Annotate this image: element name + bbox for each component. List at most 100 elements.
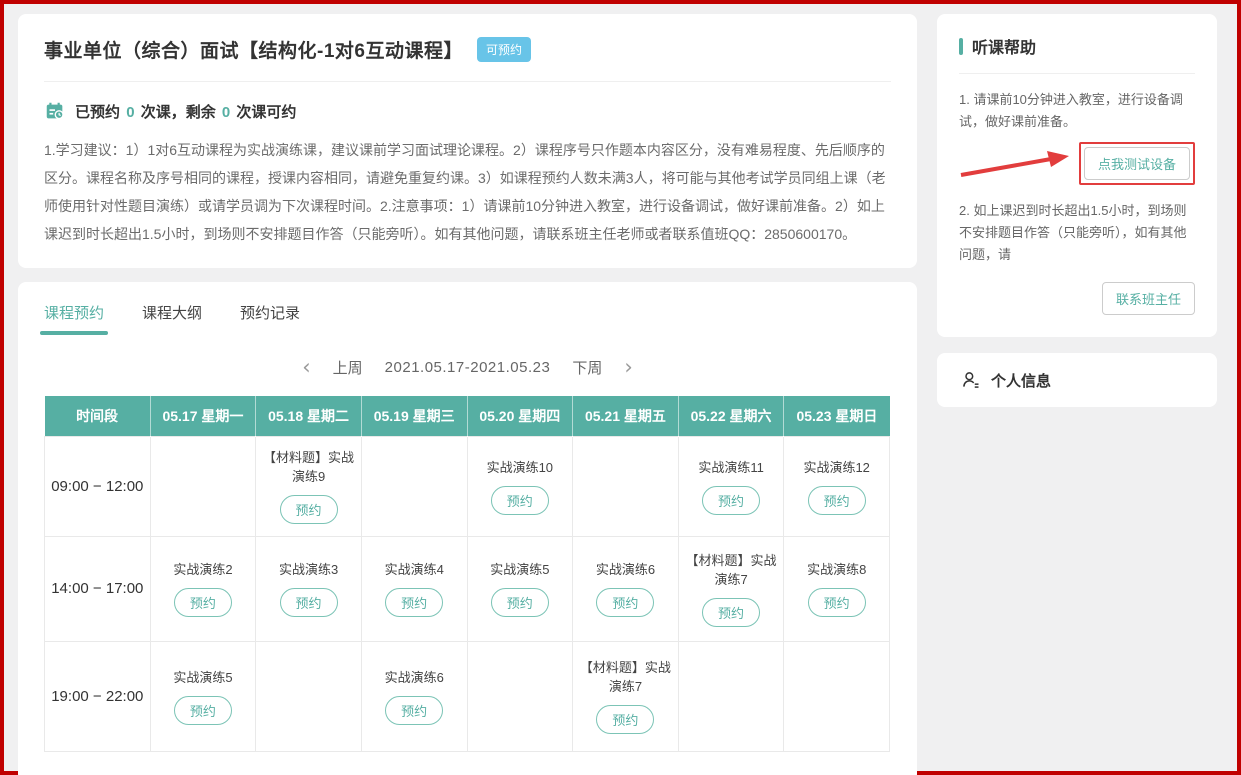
reserve-button[interactable]: 预约 [808, 588, 866, 617]
test-device-button[interactable]: 点我测试设备 [1084, 147, 1190, 180]
column-header: 时间段 [45, 396, 151, 436]
schedule-cell: 实战演练2 预约 [150, 536, 256, 641]
page-content: 事业单位（综合）面试【结构化-1对6互动课程】 可预约 [8, 8, 1233, 767]
schedule-cell: 实战演练8 预约 [784, 536, 890, 641]
schedule-cell [678, 641, 784, 751]
schedule-cell [467, 641, 573, 751]
red-highlight-box: 点我测试设备 [1079, 142, 1195, 185]
schedule-cell: 实战演练4 预约 [361, 536, 467, 641]
main-column: 事业单位（综合）面试【结构化-1对6互动课程】 可预约 [18, 14, 917, 761]
booked-count: 0 [124, 104, 136, 121]
chevron-left-icon[interactable]: ‹ [302, 357, 310, 378]
tab-course-booking[interactable]: 课程预约 [44, 302, 104, 335]
course-name: 【材料题】实战演练7 [577, 658, 674, 696]
schedule-table: 时间段05.17 星期一05.18 星期二05.19 星期三05.20 星期四0… [44, 396, 890, 752]
sidebar: 听课帮助 1. 请课前10分钟进入教室，进行设备调试，做好课前准备。 点我测试设… [937, 14, 1217, 761]
booking-stats: 已预约 0 次课，剩余 0 次课可约 [44, 100, 891, 122]
reserve-button[interactable]: 预约 [280, 495, 338, 524]
schedule-cell [361, 436, 467, 536]
column-header: 05.22 星期六 [678, 396, 784, 436]
schedule-cell: 【材料题】实战演练9 预约 [256, 436, 362, 536]
user-info-icon [961, 370, 981, 390]
contact-row: 联系班主任 [959, 282, 1195, 315]
course-description: 1.学习建议：1）1对6互动课程为实战演练课，建议课前学习面试理论课程。2）课程… [44, 136, 891, 248]
time-slot: 14:00 − 17:00 [45, 536, 151, 641]
reserve-button[interactable]: 预约 [596, 588, 654, 617]
schedule-cell: 实战演练3 预约 [256, 536, 362, 641]
course-name: 实战演练4 [366, 560, 463, 579]
column-header: 05.20 星期四 [467, 396, 573, 436]
schedule-cell [784, 641, 890, 751]
reserve-button[interactable]: 预约 [596, 705, 654, 734]
bookable-badge: 可预约 [477, 37, 531, 62]
tab-course-outline[interactable]: 课程大纲 [142, 302, 202, 335]
reserve-button[interactable]: 预约 [174, 696, 232, 725]
reserve-button[interactable]: 预约 [174, 588, 232, 617]
schedule-cell: 实战演练10 预约 [467, 436, 573, 536]
time-slot: 09:00 − 12:00 [45, 436, 151, 536]
course-name: 实战演练6 [366, 668, 463, 687]
week-navigator: ‹ 上周 2021.05.17-2021.05.23 下周 › [44, 357, 891, 378]
schedule-cell [150, 436, 256, 536]
personal-info-title: 个人信息 [991, 370, 1051, 391]
schedule-cell: 实战演练12 预约 [784, 436, 890, 536]
course-title-row: 事业单位（综合）面试【结构化-1对6互动课程】 可预约 [44, 36, 891, 82]
personal-info-card[interactable]: 个人信息 [937, 353, 1217, 407]
schedule-row: 19:00 − 22:00实战演练5 预约 实战演练6 预约 【材料题】实战演练7 预约 [45, 641, 890, 751]
course-name: 【材料题】实战演练9 [260, 448, 357, 486]
schedule-cell [573, 436, 679, 536]
help-card-title: 听课帮助 [972, 34, 1036, 58]
course-name: 实战演练3 [260, 560, 357, 579]
listening-help-card: 听课帮助 1. 请课前10分钟进入教室，进行设备调试，做好课前准备。 点我测试设… [937, 14, 1217, 337]
reserve-button[interactable]: 预约 [808, 486, 866, 515]
time-slot: 19:00 − 22:00 [45, 641, 151, 751]
week-range: 2021.05.17-2021.05.23 [385, 359, 551, 376]
column-header: 05.19 星期三 [361, 396, 467, 436]
schedule-cell: 【材料题】实战演练7 预约 [678, 536, 784, 641]
tab-booking-records[interactable]: 预约记录 [240, 302, 300, 335]
help-title-row: 听课帮助 [959, 34, 1195, 74]
course-name: 实战演练11 [683, 458, 780, 477]
schedule-cell: 【材料题】实战演练7 预约 [573, 641, 679, 751]
reserve-button[interactable]: 预约 [702, 486, 760, 515]
column-header: 05.21 星期五 [573, 396, 679, 436]
help-item-2: 2. 如上课迟到时长超出1.5小时，到场则不安排题目作答（只能旁听），如有其他问… [959, 200, 1195, 266]
reserve-button[interactable]: 预约 [385, 696, 443, 725]
reserve-button[interactable]: 预约 [702, 598, 760, 627]
reserve-button[interactable]: 预约 [280, 588, 338, 617]
title-accent-bar [959, 38, 963, 55]
schedule-card: 课程预约 课程大纲 预约记录 ‹ 上周 2021.05.17-2021.05.2… [18, 282, 917, 775]
test-device-row: 点我测试设备 [959, 142, 1195, 185]
next-week-button[interactable]: 下周 [572, 357, 602, 378]
reserve-button[interactable]: 预约 [491, 486, 549, 515]
course-name: 实战演练5 [155, 668, 252, 687]
column-header: 05.23 星期日 [784, 396, 890, 436]
schedule-header-row: 时间段05.17 星期一05.18 星期二05.19 星期三05.20 星期四0… [45, 396, 890, 436]
course-info-card: 事业单位（综合）面试【结构化-1对6互动课程】 可预约 [18, 14, 917, 268]
course-name: 实战演练6 [577, 560, 674, 579]
course-title: 事业单位（综合）面试【结构化-1对6互动课程】 [44, 36, 463, 63]
prev-week-button[interactable]: 上周 [333, 357, 363, 378]
stats-text: 已预约 0 次课，剩余 0 次课可约 [75, 101, 296, 122]
course-name: 实战演练12 [788, 458, 885, 477]
course-name: 实战演练8 [788, 560, 885, 579]
tab-bar: 课程预约 课程大纲 预约记录 [44, 302, 891, 335]
help-item-1: 1. 请课前10分钟进入教室，进行设备调试，做好课前准备。 [959, 89, 1195, 133]
schedule-row: 09:00 − 12:00 【材料题】实战演练9 预约 实战演练10 预约 实战演练11 预… [45, 436, 890, 536]
course-name: 实战演练2 [155, 560, 252, 579]
schedule-row: 14:00 − 17:00实战演练2 预约 实战演练3 预约 实战演练4 预约 实战演练5 预… [45, 536, 890, 641]
reserve-button[interactable]: 预约 [491, 588, 549, 617]
remaining-count: 0 [220, 104, 232, 121]
course-name: 实战演练10 [472, 458, 569, 477]
schedule-cell: 实战演练6 预约 [573, 536, 679, 641]
schedule-cell [256, 641, 362, 751]
course-name: 实战演练5 [472, 560, 569, 579]
schedule-cell: 实战演练6 预约 [361, 641, 467, 751]
chevron-right-icon[interactable]: › [624, 357, 632, 378]
schedule-cell: 实战演练5 预约 [467, 536, 573, 641]
course-name: 【材料题】实战演练7 [683, 551, 780, 589]
red-arrow-annotation [959, 148, 1071, 182]
reserve-button[interactable]: 预约 [385, 588, 443, 617]
contact-head-teacher-button[interactable]: 联系班主任 [1102, 282, 1195, 315]
schedule-cell: 实战演练11 预约 [678, 436, 784, 536]
